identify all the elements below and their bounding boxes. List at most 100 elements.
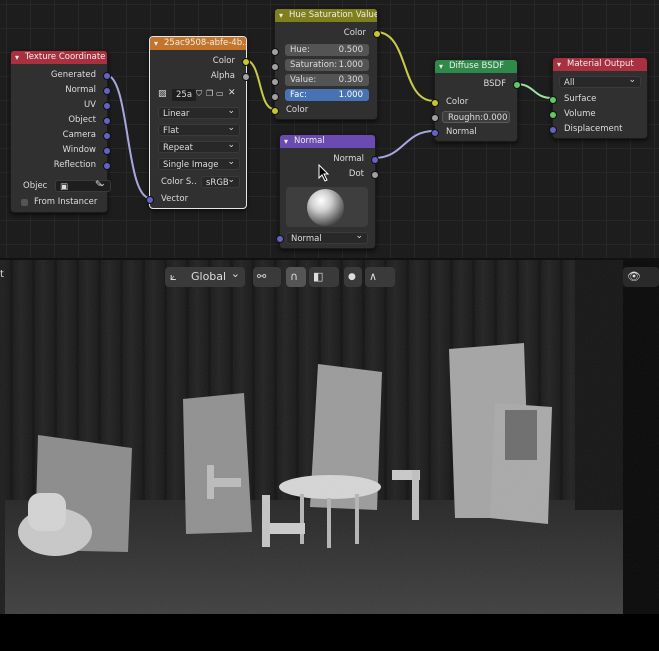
socket[interactable] (431, 99, 439, 107)
roughness-label: Roughn: (448, 113, 484, 123)
output-bsdf: BSDF (483, 79, 506, 89)
socket[interactable] (271, 93, 279, 101)
link-hsv-diffuse (375, 31, 435, 102)
node-header[interactable]: Material Output (553, 58, 647, 71)
copy-icon[interactable]: ❐ (206, 89, 213, 98)
material-output-node[interactable]: Material Output All Surface Volume Displ… (549, 57, 648, 139)
extension-dropdown[interactable]: Repeat (158, 139, 240, 153)
input-surface: Surface (564, 94, 597, 104)
socket[interactable] (513, 81, 521, 89)
colorspace-dropdown[interactable]: sRGB (201, 174, 240, 188)
output-uv: UV (83, 100, 96, 110)
object-label: Objec (23, 181, 48, 191)
roughness-field[interactable]: Roughn:0.000 (442, 111, 510, 123)
falloff-dropdown[interactable]: ∧ (365, 267, 395, 287)
folder-icon[interactable]: ▭ (216, 89, 224, 98)
socket[interactable] (103, 147, 111, 155)
socket[interactable] (103, 162, 111, 170)
value-label: Value: (290, 75, 317, 85)
input-normal: Normal (446, 127, 477, 137)
node-header[interactable]: 25ac9508-abfe-4b... (150, 37, 246, 50)
socket[interactable] (549, 96, 557, 104)
socket[interactable] (271, 78, 279, 86)
node-header[interactable]: Hue Saturation Value (275, 9, 377, 22)
output-color: Color (212, 56, 235, 66)
value-field[interactable]: Value: 0.300 (285, 74, 369, 86)
hue-field[interactable]: Hue: 0.500 (285, 44, 369, 56)
snap-toggle[interactable]: ∩ (286, 267, 306, 287)
target-dropdown[interactable]: All (559, 74, 641, 88)
image-selector[interactable]: ▨ 25a ⛉ ❐ ▭ ✕ (158, 88, 238, 102)
link-normal-diffuse (373, 130, 435, 159)
image-texture-node[interactable]: 25ac9508-abfe-4b... Color Alpha ▨ 25a ⛉ … (146, 36, 250, 209)
falloff-icon: ∧ (369, 270, 378, 283)
object-field[interactable]: ▣ (55, 178, 111, 192)
normal-sphere[interactable] (307, 189, 344, 226)
visibility-icon: 👁 (627, 270, 641, 283)
overlay-icon: ● (348, 272, 356, 282)
hue-saturation-value-node[interactable]: Hue Saturation Value Color Hue: 0.500 Sat… (271, 8, 381, 120)
pivot-point-dropdown[interactable]: ⚯ (253, 267, 281, 287)
socket[interactable] (103, 132, 111, 140)
socket[interactable] (549, 126, 557, 134)
node-header[interactable]: Texture Coordinate (11, 51, 107, 64)
interpolation-dropdown[interactable]: Linear (158, 105, 240, 119)
rendered-scene[interactable] (0, 260, 659, 614)
socket[interactable] (103, 87, 111, 95)
normal-node[interactable]: Normal Normal Dot Normal (276, 134, 379, 249)
socket[interactable] (276, 235, 284, 243)
3d-viewport[interactable]: t (0, 260, 659, 614)
close-icon[interactable]: ✕ (228, 88, 236, 98)
socket[interactable] (431, 114, 439, 122)
socket[interactable] (271, 63, 279, 71)
output-generated: Generated (50, 70, 96, 80)
texture-coordinate-node[interactable]: Texture Coordinate Generated Normal UV O… (10, 50, 111, 213)
socket[interactable] (373, 30, 381, 38)
socket[interactable] (431, 129, 439, 137)
node-header[interactable]: Normal (280, 135, 375, 148)
from-instancer-checkbox[interactable] (21, 199, 28, 206)
source-dropdown[interactable]: Single Image (158, 156, 240, 170)
shield-icon[interactable]: ⛉ (196, 89, 202, 99)
output-object: Object (68, 115, 96, 125)
input-color: Color (286, 105, 309, 115)
socket[interactable] (271, 48, 279, 56)
socket[interactable] (103, 102, 111, 110)
link-imgcolor-hsvcolor (244, 59, 275, 110)
input-color: Color (446, 97, 469, 107)
node-header[interactable]: Diffuse BSDF (435, 60, 517, 73)
socket[interactable] (371, 156, 379, 164)
image-icon: ▨ (158, 89, 167, 99)
saturation-field[interactable]: Saturation: 1.000 (285, 59, 369, 71)
eyedropper-icon[interactable]: ✎ (95, 180, 103, 190)
socket[interactable] (242, 58, 250, 66)
bottom-black-area (0, 614, 659, 651)
saturation-label: Saturation: (290, 60, 338, 70)
transform-orientation-icon: ⟀ (170, 270, 177, 283)
input-displacement: Displacement (564, 124, 623, 134)
visibility-dropdown[interactable]: 👁 (623, 267, 659, 287)
normal-dropdown[interactable]: Normal (286, 230, 368, 244)
fac-field[interactable]: Fac: 1.000 (285, 89, 369, 101)
normal-sphere-widget[interactable] (286, 187, 368, 227)
output-color: Color (343, 28, 366, 38)
snap-options-dropdown[interactable]: ◧ (309, 267, 339, 287)
link-generated-vector (105, 74, 151, 199)
transform-orientation-dropdown[interactable]: ⟀ Global ⌄ (165, 267, 245, 287)
socket[interactable] (242, 73, 250, 81)
fac-value: 1.000 (338, 90, 363, 100)
socket[interactable] (146, 196, 154, 204)
output-window: Window (62, 145, 96, 155)
socket[interactable] (371, 171, 379, 179)
node-editor[interactable]: Texture Coordinate Generated Normal UV O… (0, 0, 659, 258)
socket[interactable] (549, 111, 557, 119)
socket[interactable] (103, 117, 111, 125)
diffuse-bsdf-node[interactable]: Diffuse BSDF BSDF Color Roughn:0.000 Nor… (431, 59, 521, 142)
proportional-editing-toggle[interactable]: ● (344, 267, 362, 287)
image-name[interactable]: 25a (172, 89, 197, 101)
socket[interactable] (271, 107, 279, 115)
socket[interactable] (103, 72, 111, 80)
object-icon: ▣ (60, 182, 69, 192)
projection-dropdown[interactable]: Flat (158, 122, 240, 136)
link-bsdf-surface (515, 83, 553, 99)
